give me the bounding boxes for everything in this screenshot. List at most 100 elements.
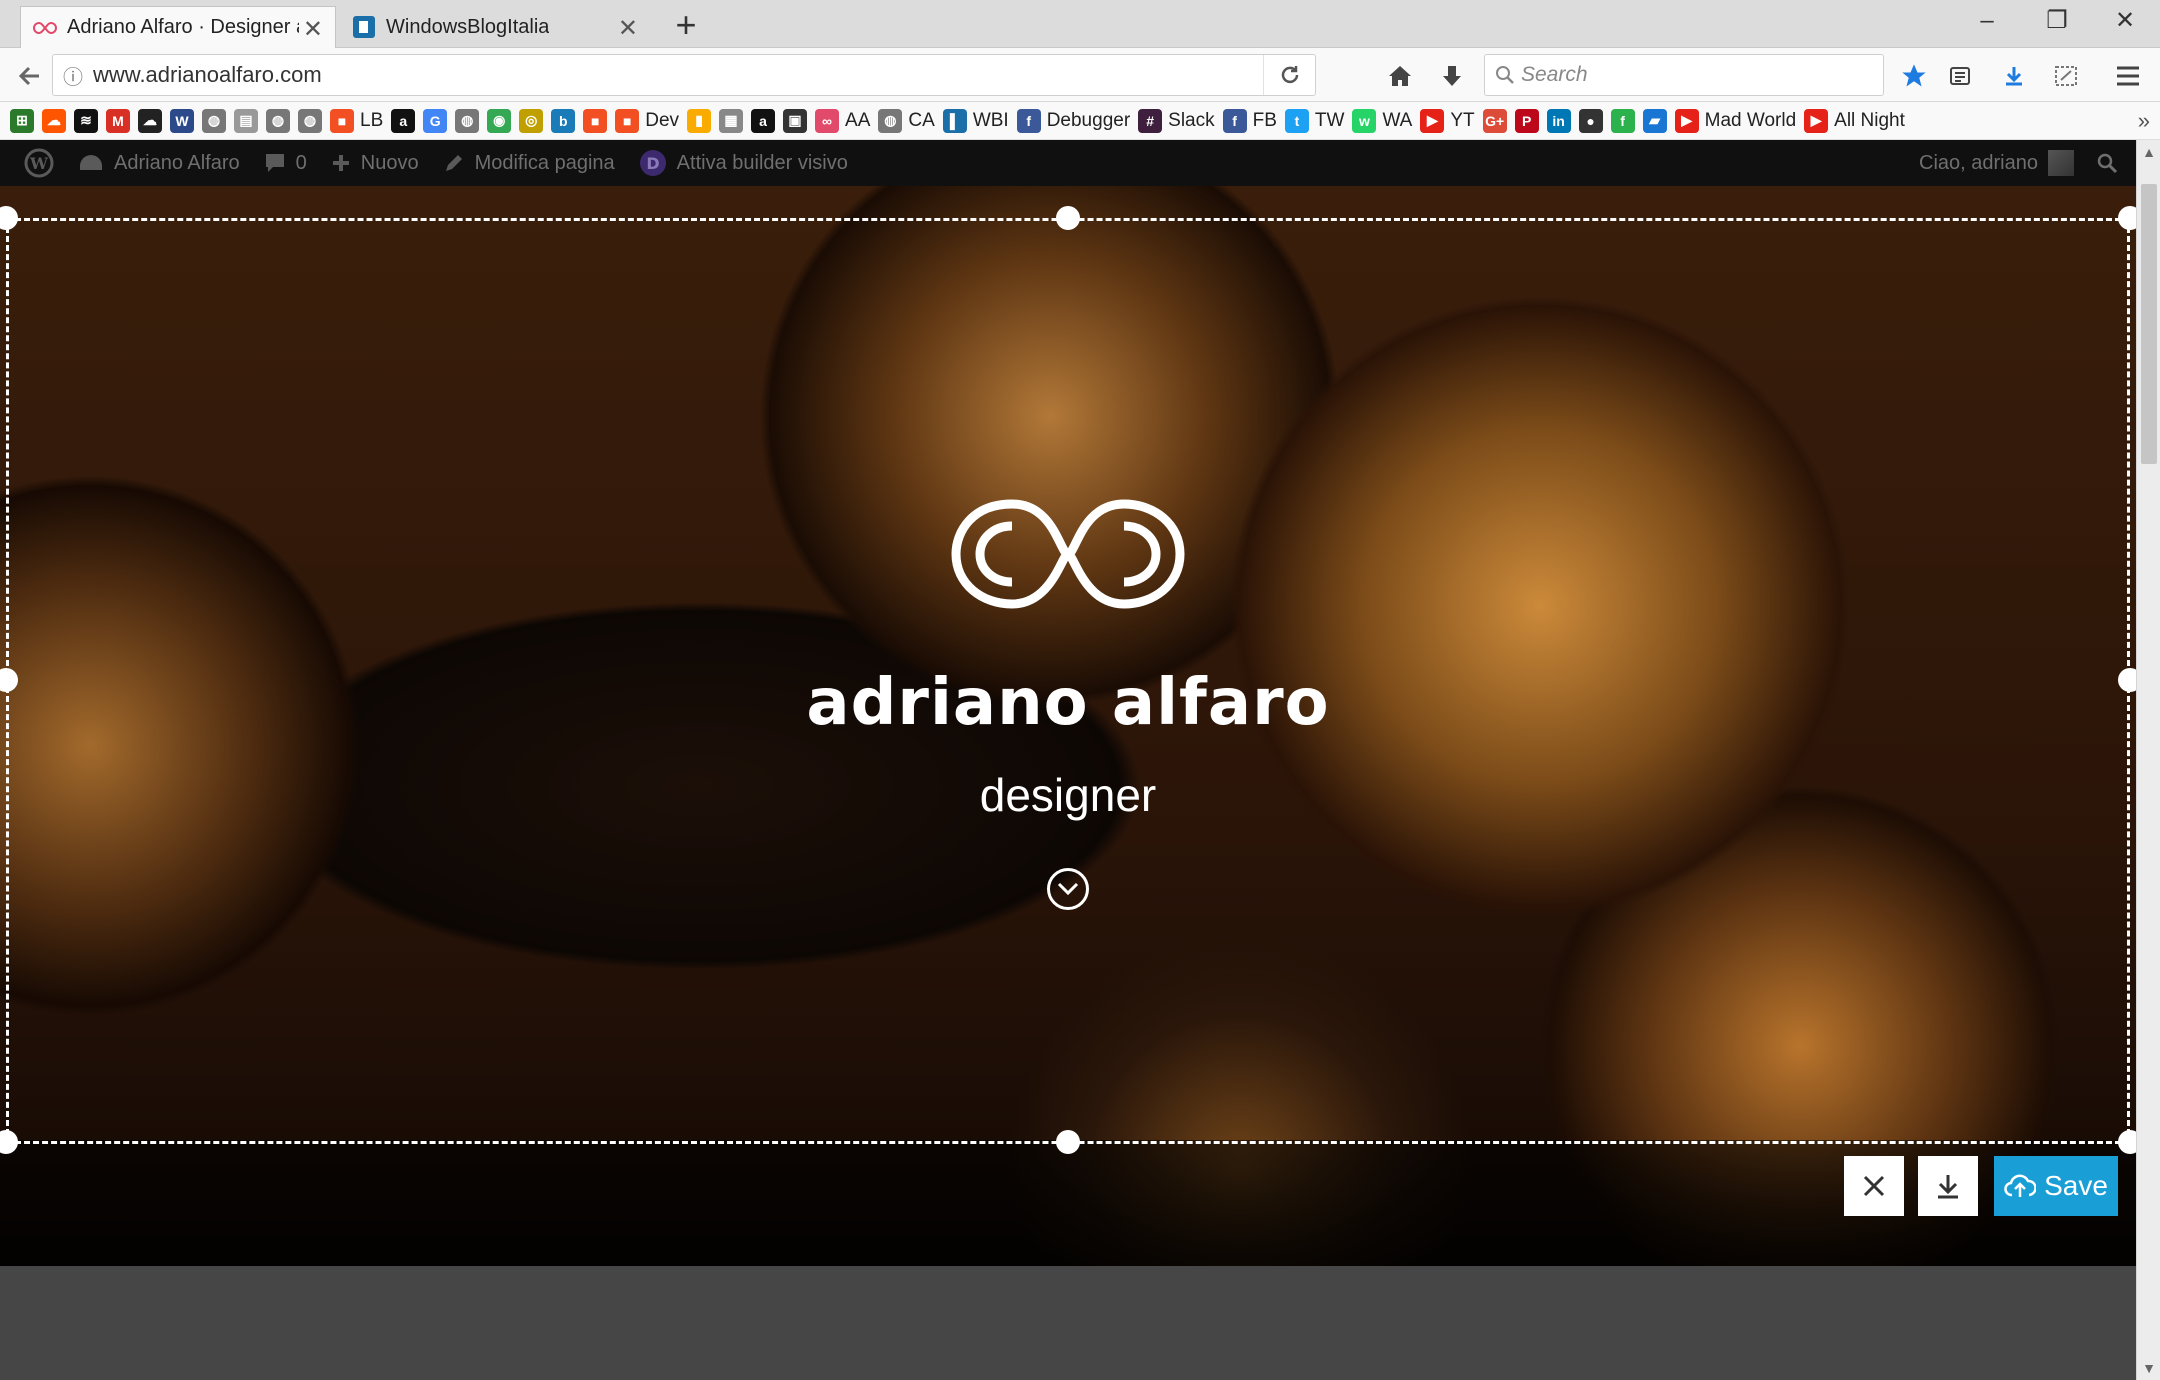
crop-handle-bottom-center[interactable] xyxy=(1056,1130,1080,1154)
bookmark-item[interactable]: ▶ All Night xyxy=(1804,108,1905,133)
globe-icon: ◍ xyxy=(455,108,480,133)
bookmark-item[interactable]: ◍ xyxy=(202,108,226,133)
wordpress-logo-icon[interactable]: W xyxy=(24,148,54,178)
wp-visual-builder[interactable]: D Attiva builder visivo xyxy=(639,149,848,177)
save-button[interactable]: Save xyxy=(1994,1156,2118,1216)
downloads-icon[interactable] xyxy=(1994,56,2034,96)
reading-list-icon[interactable] xyxy=(1940,56,1980,96)
restore-button[interactable]: ❐ xyxy=(2024,0,2090,44)
dashboard-icon xyxy=(78,152,104,174)
wp-new[interactable]: Nuovo xyxy=(331,152,419,175)
bookmark-item[interactable]: f FB xyxy=(1222,108,1277,133)
bookmark-item[interactable]: b xyxy=(551,108,576,133)
people-icon: ● xyxy=(1578,108,1603,133)
cloud-icon: ☁ xyxy=(138,108,162,133)
wp-site-name[interactable]: Adriano Alfaro xyxy=(78,152,240,175)
bookmark-item[interactable]: a xyxy=(391,108,416,133)
bookmark-item[interactable]: ● xyxy=(1578,108,1603,133)
bookmark-item[interactable]: ◍ xyxy=(298,108,322,133)
crop-handle-top-center[interactable] xyxy=(1056,206,1080,230)
wp-edit-page[interactable]: Modifica pagina xyxy=(443,152,615,175)
bookmark-item[interactable]: P xyxy=(1514,108,1539,133)
bookmark-item[interactable]: # Slack xyxy=(1138,108,1215,133)
bookmark-item[interactable]: ☁ xyxy=(138,108,162,133)
bookmark-item[interactable]: ◍ CA xyxy=(878,108,935,133)
bookmark-item[interactable]: ■ Dev xyxy=(615,108,679,133)
scroll-down-arrow-icon[interactable]: ▼ xyxy=(2137,1360,2160,1376)
bookmark-item[interactable]: M xyxy=(106,108,130,133)
bookmark-item[interactable]: G+ xyxy=(1482,108,1507,133)
page-scrollbar[interactable]: ▲ ▼ xyxy=(2136,140,2160,1380)
close-window-button[interactable]: ✕ xyxy=(2092,0,2158,44)
bookmark-item[interactable]: ☁ xyxy=(42,108,66,133)
bookmark-item[interactable]: t TW xyxy=(1284,108,1345,133)
download-button[interactable] xyxy=(1918,1156,1978,1216)
wa-icon: W xyxy=(170,108,194,133)
bag-icon: ▣ xyxy=(783,108,808,133)
cancel-button[interactable] xyxy=(1844,1156,1904,1216)
aa-logo-icon: ∞ xyxy=(815,108,840,133)
wbi-icon: ▌ xyxy=(942,108,967,133)
crop-selection-frame[interactable] xyxy=(6,218,2130,1144)
bookmark-label: TW xyxy=(1314,109,1345,131)
bookmark-item[interactable]: ◎ xyxy=(519,108,544,133)
chevron-more-icon[interactable]: » xyxy=(2138,108,2150,134)
windows-icon: ■ xyxy=(615,108,640,133)
bookmark-item[interactable]: ▶ Mad World xyxy=(1674,108,1796,133)
bookmark-item[interactable]: ■ LB xyxy=(330,108,383,133)
address-bar[interactable]: ⓘ www.adrianoalfaro.com xyxy=(52,54,1316,96)
youtube-icon: ▶ xyxy=(1804,108,1829,133)
menu-icon[interactable] xyxy=(2108,56,2148,96)
tab-adriano-alfaro[interactable]: Adriano Alfaro · Designer a S ✕ xyxy=(20,6,336,48)
google-plus-icon: G+ xyxy=(1482,108,1507,133)
home-icon[interactable] xyxy=(1380,56,1420,96)
bookmark-item[interactable]: ▌ WBI xyxy=(942,108,1009,133)
back-button[interactable] xyxy=(10,56,50,96)
globe-icon: ◍ xyxy=(202,108,226,133)
info-icon[interactable]: ⓘ xyxy=(53,61,93,90)
bookmark-item[interactable]: w WA xyxy=(1352,108,1412,133)
bookmark-item[interactable]: a xyxy=(751,108,776,133)
bookmark-item[interactable]: f Debugger xyxy=(1016,108,1130,133)
bookmark-item[interactable]: ◍ xyxy=(266,108,290,133)
bookmark-label: All Night xyxy=(1834,109,1905,131)
tab-windowsblogitalia[interactable]: WindowsBlogItalia ✕ xyxy=(340,6,650,48)
bookmark-item[interactable]: in xyxy=(1546,108,1571,133)
new-tab-button[interactable]: + xyxy=(665,6,707,46)
close-tab-icon[interactable]: ✕ xyxy=(618,14,638,43)
download-arrow-icon[interactable] xyxy=(1432,56,1472,96)
bookmark-item[interactable]: ▮ xyxy=(687,108,712,133)
calendar-icon: ▦ xyxy=(719,108,744,133)
bookmark-item[interactable]: ◉ xyxy=(487,108,512,133)
screenshot-icon[interactable] xyxy=(2046,56,2086,96)
bookmark-item[interactable]: ▣ xyxy=(783,108,808,133)
minimize-button[interactable]: – xyxy=(1954,0,2020,44)
scrollbar-thumb[interactable] xyxy=(2141,184,2157,464)
navigation-bar: ⓘ www.adrianoalfaro.com Search xyxy=(0,48,2160,102)
bookmark-item[interactable]: ▶ YT xyxy=(1420,108,1475,133)
bookmark-item[interactable]: ◍ xyxy=(455,108,480,133)
download-icon xyxy=(1938,1175,1958,1199)
reload-icon[interactable] xyxy=(1263,55,1315,95)
scroll-up-icon[interactable]: ▲ xyxy=(2137,144,2160,160)
bookmark-item[interactable]: ≋ xyxy=(74,108,98,133)
wp-comments[interactable]: 0 xyxy=(264,152,307,175)
bookmark-item[interactable]: f xyxy=(1610,108,1635,133)
wp-greeting[interactable]: Ciao, adriano xyxy=(1919,152,2038,175)
bookmark-item[interactable]: ▤ xyxy=(234,108,258,133)
bookmark-item[interactable]: ∞ AA xyxy=(815,108,870,133)
bookmark-item[interactable]: G xyxy=(423,108,448,133)
bookmark-item[interactable]: ⊞ xyxy=(10,108,34,133)
wp-new-label: Nuovo xyxy=(360,151,419,174)
amazon-icon: a xyxy=(751,108,776,133)
avatar[interactable] xyxy=(2048,150,2074,176)
search-icon[interactable] xyxy=(2096,152,2118,174)
bookmark-item[interactable]: ■ xyxy=(583,108,608,133)
bookmark-star-icon[interactable] xyxy=(1894,56,1934,96)
soundcloud-icon: ☁ xyxy=(42,108,66,133)
bookmark-item[interactable]: W xyxy=(170,108,194,133)
bookmark-item[interactable]: ▰ xyxy=(1642,108,1667,133)
close-tab-icon[interactable]: ✕ xyxy=(303,15,323,44)
bookmark-item[interactable]: ▦ xyxy=(719,108,744,133)
search-box[interactable]: Search xyxy=(1484,54,1884,96)
